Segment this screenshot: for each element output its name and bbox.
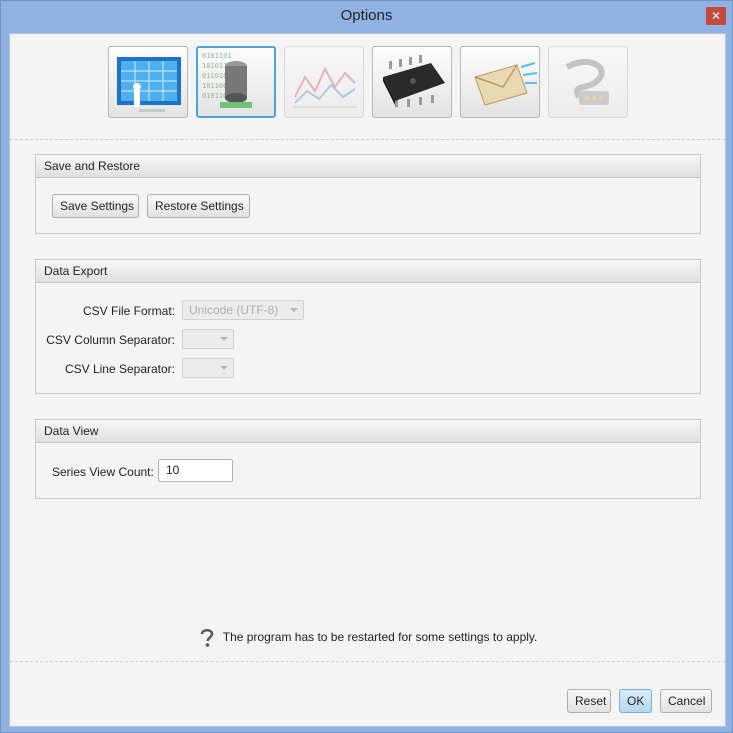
restart-notice: The program has to be restarted for some… <box>10 628 725 648</box>
save-settings-button[interactable]: Save Settings <box>52 194 139 218</box>
save-restore-header: Save and Restore <box>36 155 700 178</box>
footer-divider <box>10 661 725 662</box>
csv-file-format-select[interactable]: Unicode (UTF-8) <box>182 300 304 320</box>
close-icon[interactable]: ✕ <box>706 7 726 25</box>
csv-column-separator-label: CSV Column Separator: <box>46 333 175 347</box>
reset-button[interactable]: Reset <box>567 689 611 713</box>
data-view-panel: Data View Series View Count: 10 <box>35 419 701 499</box>
chip-settings-button[interactable] <box>372 46 452 118</box>
data-export-panel: Data Export CSV File Format: Unicode (UT… <box>35 259 701 394</box>
display-settings-icon <box>117 57 181 112</box>
chevron-down-icon <box>220 366 228 370</box>
csv-file-format-label: CSV File Format: <box>82 304 175 318</box>
save-restore-panel: Save and Restore Save Settings Restore S… <box>35 154 701 234</box>
data-export-header: Data Export <box>36 260 700 283</box>
category-toolbar: 0101101 1010110 0110101 1011001 0101101 <box>10 34 725 140</box>
email-settings-icon <box>474 62 538 106</box>
window-title: Options <box>340 7 393 24</box>
chevron-down-icon <box>290 308 298 312</box>
title-bar[interactable]: Options <box>1 1 732 31</box>
question-mark-icon <box>200 629 213 647</box>
chevron-down-icon <box>220 337 228 341</box>
chart-settings-icon <box>293 66 357 108</box>
csv-column-separator-select[interactable] <box>182 329 234 349</box>
svg-text:0101101: 0101101 <box>202 52 232 60</box>
cable-settings-icon <box>565 59 609 105</box>
csv-line-separator-select[interactable] <box>182 358 234 378</box>
database-settings-icon: 01011011010110 01101011011001 0101101 <box>202 52 252 108</box>
data-view-header: Data View <box>36 420 700 443</box>
email-settings-button[interactable] <box>460 46 540 118</box>
chip-settings-icon <box>383 55 445 107</box>
cancel-button[interactable]: Cancel <box>660 689 712 713</box>
chart-settings-button[interactable] <box>284 46 364 118</box>
database-settings-button[interactable]: 0101101 1010110 0110101 1011001 0101101 <box>196 46 276 118</box>
series-view-count-input[interactable]: 10 <box>158 459 233 482</box>
options-window: Options ✕ 0101101 1010110 0110101 101100… <box>0 0 733 733</box>
cable-settings-button[interactable] <box>548 46 628 118</box>
options-client-area: 01011011010110 01101011011001 0101101 <box>9 33 726 727</box>
restore-settings-button[interactable]: Restore Settings <box>147 194 250 218</box>
restart-notice-text: The program has to be restarted for some… <box>222 630 538 645</box>
csv-file-format-value: Unicode (UTF-8) <box>189 303 279 317</box>
series-view-count-label: Series View Count: <box>52 465 154 479</box>
csv-line-separator-label: CSV Line Separator: <box>64 362 175 376</box>
display-settings-button[interactable] <box>108 46 188 118</box>
ok-button[interactable]: OK <box>619 689 652 713</box>
